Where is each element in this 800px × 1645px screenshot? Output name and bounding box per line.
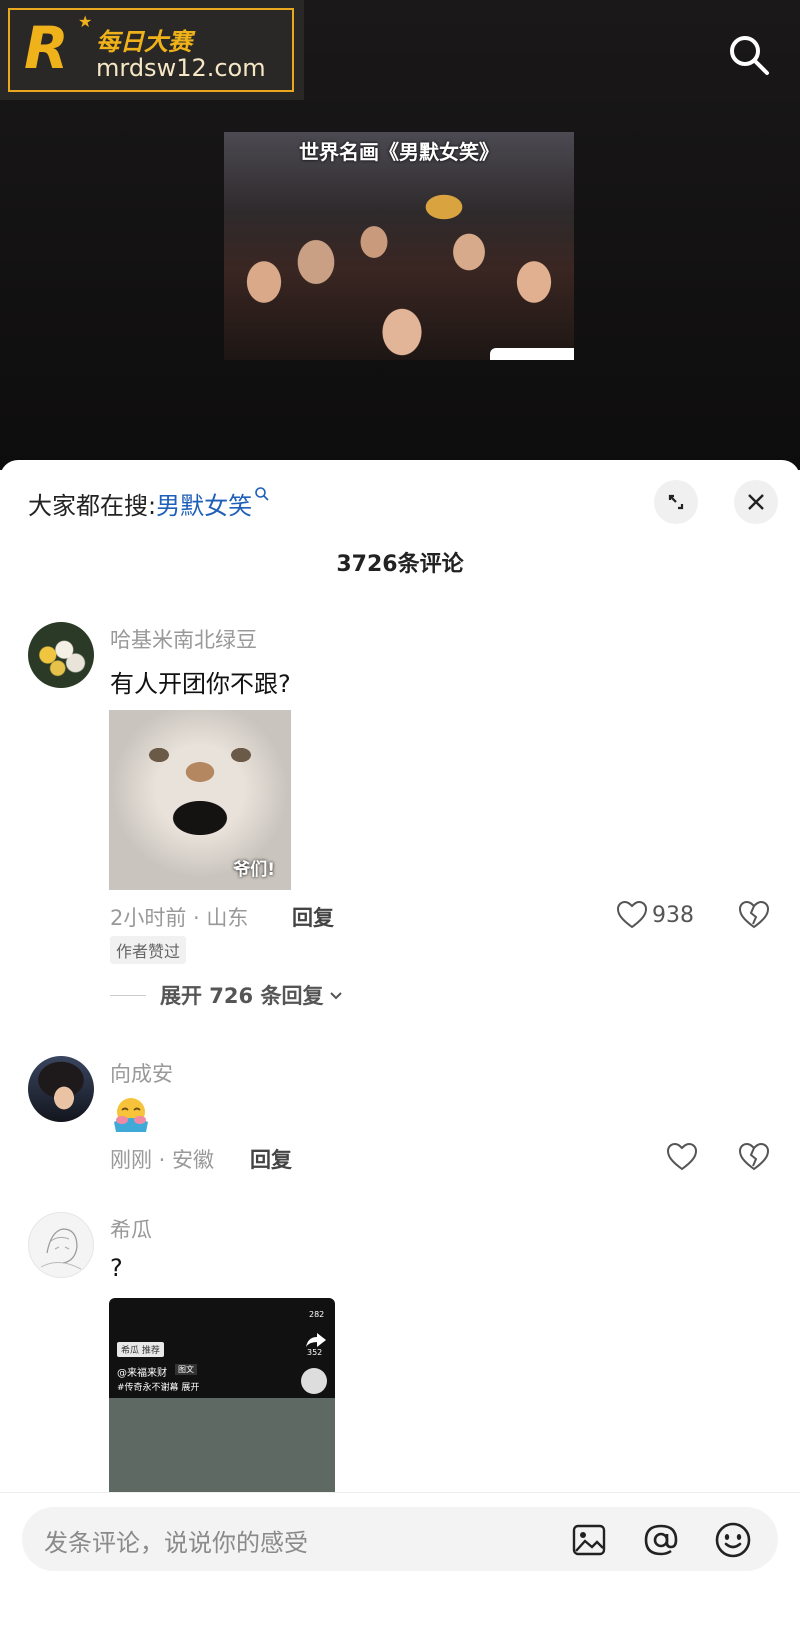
thumb-hashtag: #传奇永不谢幕 展开 — [117, 1383, 200, 1393]
heart-icon — [666, 1142, 698, 1171]
share-icon — [306, 1333, 326, 1347]
divider — [110, 994, 146, 996]
thumb-count-1: 282 — [309, 1310, 325, 1319]
search-small-icon — [255, 487, 269, 501]
expand-sheet-button[interactable] — [654, 480, 698, 524]
image-button[interactable] — [570, 1521, 608, 1559]
expand-replies-button[interactable]: 展开 726 条回复 — [110, 980, 345, 1010]
trending-search-prefix: 大家都在搜: — [28, 492, 157, 520]
video-overlay-bar — [490, 348, 574, 360]
at-icon — [644, 1524, 678, 1556]
expand-replies-label: 展开 726 条回复 — [160, 984, 324, 1008]
avatar[interactable] — [28, 1056, 94, 1122]
comment-image-caption: 爷们! — [233, 860, 275, 880]
search-button[interactable] — [724, 30, 774, 80]
hug-emoji-icon — [110, 1094, 152, 1138]
video-frame[interactable]: 世界名画《男默女笑》 — [224, 132, 574, 360]
chevron-down-icon — [330, 992, 343, 1000]
watermark-domain: mrdsw12.com — [96, 54, 266, 82]
search-icon — [730, 36, 769, 75]
dislike-button[interactable] — [738, 1142, 770, 1176]
thumb-tag: 图文 — [175, 1364, 197, 1375]
broken-heart-icon — [738, 900, 770, 929]
author-liked-badge: 作者赞过 — [110, 936, 187, 964]
avatar[interactable] — [28, 1212, 94, 1278]
smiley-icon — [715, 1522, 751, 1558]
thumb-account: @来福来财 — [117, 1368, 167, 1379]
mention-button[interactable] — [642, 1521, 680, 1559]
comment-text: 有人开团你不跟? — [110, 670, 291, 698]
like-button[interactable]: 938 — [616, 900, 694, 930]
watermark-border: R ★ 每日大赛 mrdsw12.com — [8, 8, 294, 92]
comment-username[interactable]: 希瓜 — [110, 1214, 152, 1244]
watermark-mark: R — [24, 14, 69, 82]
close-icon — [748, 494, 764, 510]
emoji-button[interactable] — [714, 1521, 752, 1559]
comment-composer: 发条评论，说说你的感受 — [0, 1492, 800, 1645]
avatar[interactable] — [28, 622, 94, 688]
close-sheet-button[interactable] — [734, 480, 778, 524]
comment-time-location: 2小时前 · 山东 — [110, 906, 249, 930]
thumb-chip: 希瓜 推荐 — [117, 1342, 164, 1357]
thumb-video-area — [109, 1398, 335, 1494]
broken-heart-icon — [738, 1142, 770, 1171]
dislike-button[interactable] — [738, 900, 770, 934]
comment-image[interactable]: 爷们! — [109, 710, 291, 890]
like-count: 938 — [652, 902, 694, 928]
comment-count: 3726条评论 — [336, 552, 464, 577]
comment-input-placeholder: 发条评论，说说你的感受 — [44, 1529, 308, 1557]
thumb-avatar — [301, 1368, 327, 1394]
star-icon: ★ — [78, 12, 93, 31]
thumb-count-2: 352 — [307, 1348, 323, 1357]
heart-icon — [616, 900, 648, 929]
expand-icon — [668, 494, 684, 510]
image-icon — [572, 1524, 606, 1556]
comment-username[interactable]: 向成安 — [110, 1058, 173, 1088]
trending-search-keyword[interactable]: 男默女笑 — [156, 492, 252, 520]
video-caption: 世界名画《男默女笑》 — [299, 140, 499, 164]
trending-search[interactable]: 大家都在搜:男默女笑 — [28, 486, 270, 521]
comment-time-location: 刚刚 · 安徽 — [110, 1148, 215, 1172]
comment-image[interactable]: 希瓜 推荐 @来福来财 图文 #传奇永不谢幕 展开 282 352 — [109, 1298, 335, 1494]
like-button[interactable] — [666, 1142, 698, 1172]
comment-input[interactable]: 发条评论，说说你的感受 — [22, 1507, 778, 1571]
watermark-logo: R ★ 每日大赛 mrdsw12.com — [0, 0, 304, 100]
reply-button[interactable]: 回复 — [292, 902, 334, 932]
comment-username[interactable]: 哈基米南北绿豆 — [110, 624, 257, 654]
watermark-brand: 每日大赛 — [96, 28, 192, 56]
reply-button[interactable]: 回复 — [250, 1144, 292, 1174]
sketch-avatar-icon — [40, 1228, 82, 1270]
comment-text: ? — [110, 1254, 123, 1282]
